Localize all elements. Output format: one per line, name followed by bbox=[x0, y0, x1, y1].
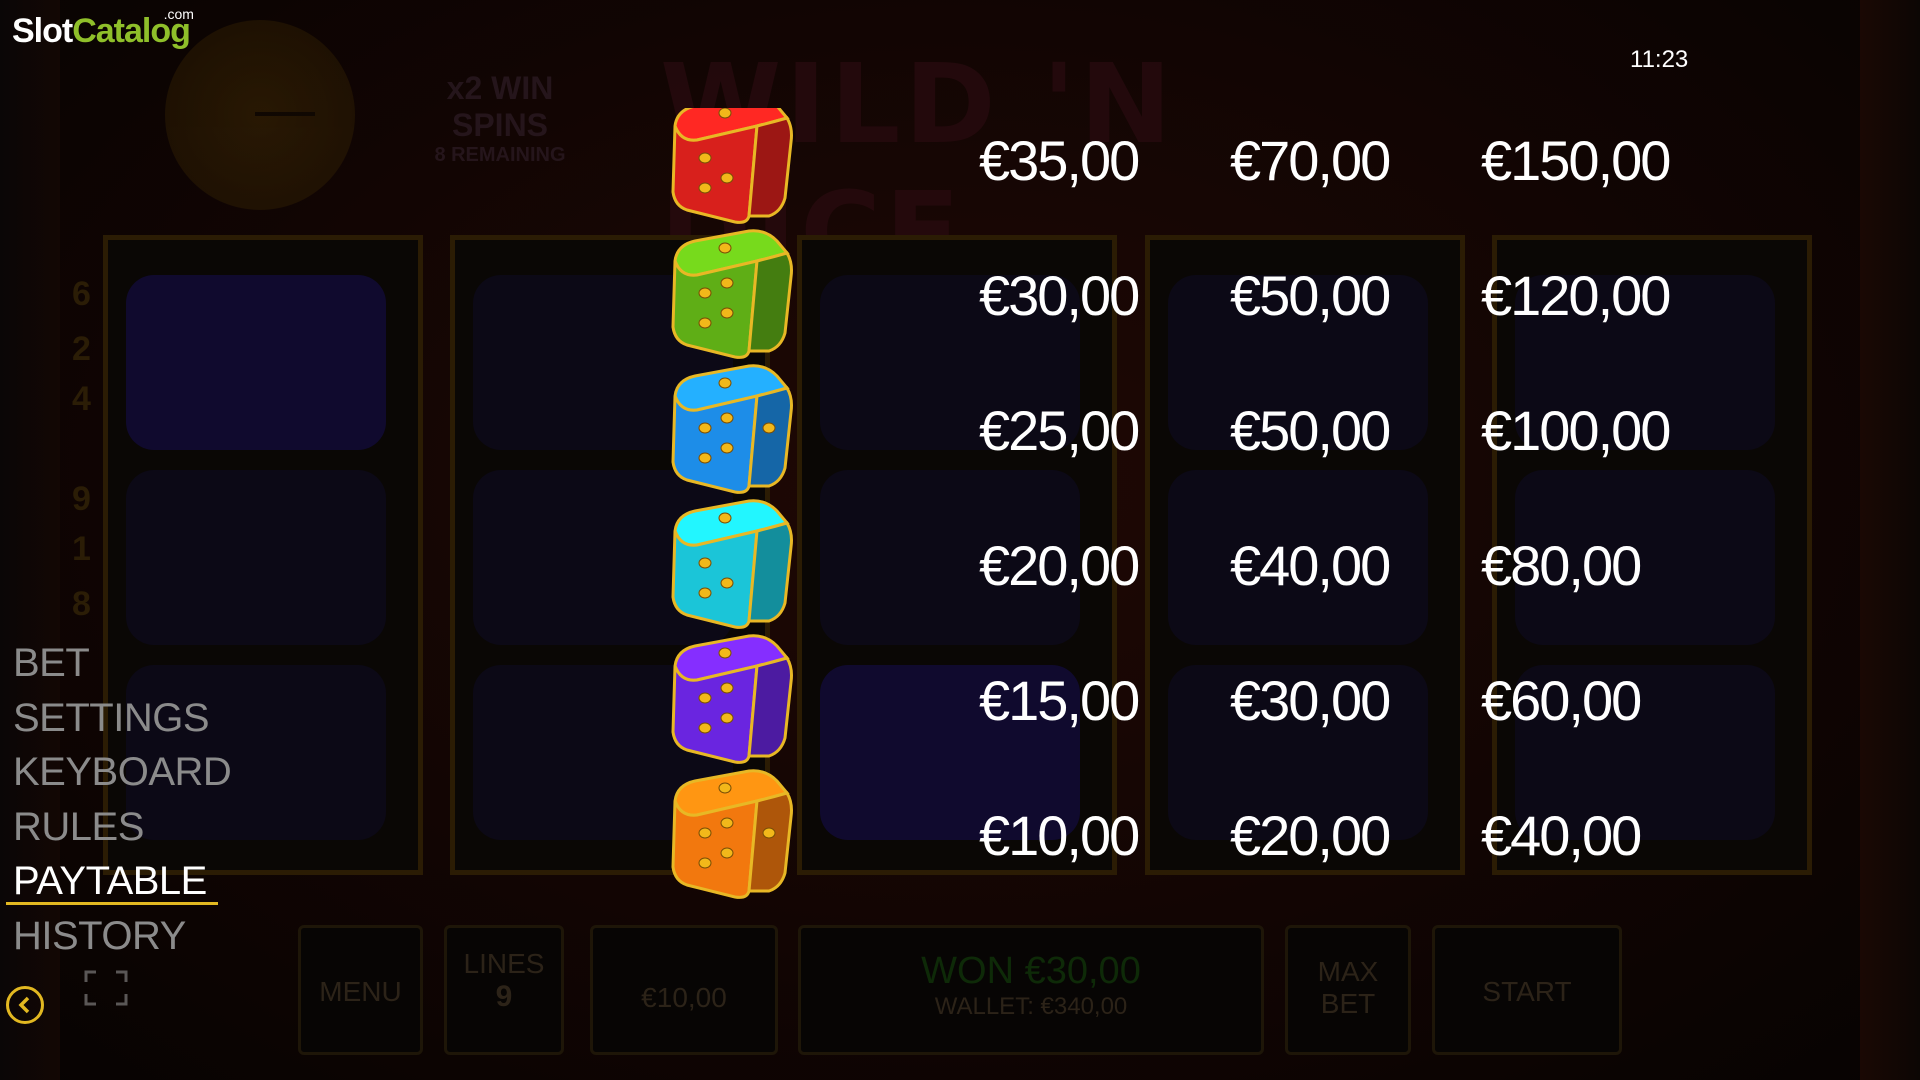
side-menu: BET SETTINGS KEYBOARD RULES PAYTABLE HIS… bbox=[13, 636, 232, 964]
payout-mid: €70,00 bbox=[1230, 129, 1391, 192]
payout-high: €60,00 bbox=[1481, 669, 1642, 732]
menu-item-keyboard[interactable]: KEYBOARD bbox=[13, 745, 232, 800]
payout-high: €80,00 bbox=[1481, 534, 1642, 597]
red-die-icon bbox=[665, 108, 797, 228]
menu-item-paytable[interactable]: PAYTABLE bbox=[13, 854, 231, 909]
paytable-row: €35,00 €70,00 €150,00 bbox=[0, 108, 1920, 238]
paytable-row: €10,00 €20,00 €40,00 bbox=[0, 763, 1920, 913]
payout-low: €30,00 bbox=[979, 264, 1140, 327]
payout-low: €15,00 bbox=[979, 669, 1140, 732]
payout-high: €150,00 bbox=[1481, 129, 1671, 192]
paytable-viewport-bottom: €35,00 €70,00 €150,00 €30,00 €50,00 €120,00 €2… bbox=[0, 0, 1920, 972]
paytable-row: €30,00 €50,00 €120,00 bbox=[0, 223, 1920, 373]
payout-mid: €50,00 bbox=[1230, 399, 1391, 462]
paytable-row: €20,00 €40,00 €80,00 bbox=[0, 493, 1920, 643]
chevron-left-icon bbox=[18, 996, 30, 1014]
menu-item-settings[interactable]: SETTINGS bbox=[13, 691, 231, 746]
payout-mid: €40,00 bbox=[1230, 534, 1391, 597]
payout-mid: €20,00 bbox=[1230, 804, 1391, 867]
payout-low: €10,00 bbox=[979, 804, 1140, 867]
paytable-row: €25,00 €50,00 €100,00 bbox=[0, 358, 1920, 508]
menu-item-rules[interactable]: RULES bbox=[13, 800, 231, 855]
menu-item-bet[interactable]: BET bbox=[13, 636, 231, 691]
payout-mid: €30,00 bbox=[1230, 669, 1391, 732]
paytable-row: €15,00 €30,00 €60,00 bbox=[0, 628, 1920, 778]
fullscreen-icon[interactable] bbox=[84, 970, 128, 1006]
orange-die-icon bbox=[665, 763, 797, 903]
active-tab-underline bbox=[6, 902, 218, 905]
cyan-die-icon bbox=[665, 493, 797, 633]
blue-die-icon bbox=[665, 358, 797, 498]
paytable-viewport: €35,00 €70,00 €150,00 €30,00 €50,00 €120,00 €2… bbox=[0, 108, 1920, 972]
payout-low: €20,00 bbox=[979, 534, 1140, 597]
payout-high: €100,00 bbox=[1481, 399, 1671, 462]
green-die-icon bbox=[665, 223, 797, 363]
paytable: €35,00 €70,00 €150,00 €30,00 €50,00 €120,00 €2… bbox=[0, 0, 1920, 1080]
payout-low: €35,00 bbox=[979, 129, 1140, 192]
payout-mid: €50,00 bbox=[1230, 264, 1391, 327]
purple-die-icon bbox=[665, 628, 797, 768]
payout-low: €25,00 bbox=[979, 399, 1140, 462]
payout-high: €120,00 bbox=[1481, 264, 1671, 327]
menu-item-history[interactable]: HISTORY bbox=[13, 909, 231, 964]
payout-high: €40,00 bbox=[1481, 804, 1642, 867]
back-button[interactable] bbox=[6, 986, 44, 1024]
